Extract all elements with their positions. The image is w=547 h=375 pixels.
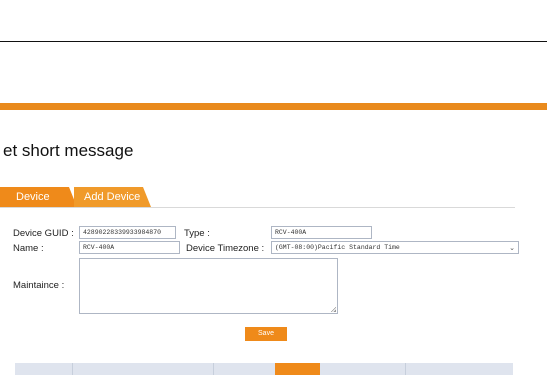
device-timezone-label: Device Timezone : bbox=[186, 243, 265, 254]
column-divider bbox=[213, 363, 214, 375]
device-guid-field[interactable]: 42890228339933984870 bbox=[79, 226, 176, 239]
maintaince-label: Maintaince : bbox=[13, 280, 65, 291]
page-title: et short message bbox=[3, 141, 134, 160]
chevron-down-icon: ⌄ bbox=[509, 245, 515, 253]
table-header-bar bbox=[15, 363, 513, 375]
column-divider bbox=[72, 363, 73, 375]
save-button[interactable]: Save bbox=[245, 327, 287, 341]
name-label: Name : bbox=[13, 243, 44, 254]
timezone-select-value: (GMT-08:00)Pacific Standard Time bbox=[275, 244, 400, 251]
column-divider bbox=[405, 363, 406, 375]
type-field[interactable]: RCV-400A bbox=[271, 226, 372, 239]
timezone-select[interactable]: (GMT-08:00)Pacific Standard Time ⌄ bbox=[271, 241, 519, 254]
type-label: Type : bbox=[184, 228, 210, 239]
maintaince-textarea[interactable] bbox=[79, 258, 338, 314]
highlighted-column-header[interactable] bbox=[275, 363, 320, 375]
tab-add-device[interactable]: Add Device bbox=[74, 187, 151, 207]
tab-underline bbox=[0, 207, 515, 208]
name-field[interactable]: RCV-400A bbox=[79, 241, 180, 254]
device-guid-label: Device GUID : bbox=[13, 228, 74, 239]
tab-device[interactable]: Device bbox=[0, 187, 77, 207]
top-divider bbox=[0, 41, 547, 42]
header-accent-band bbox=[0, 103, 547, 110]
resize-handle-icon[interactable] bbox=[331, 307, 336, 312]
